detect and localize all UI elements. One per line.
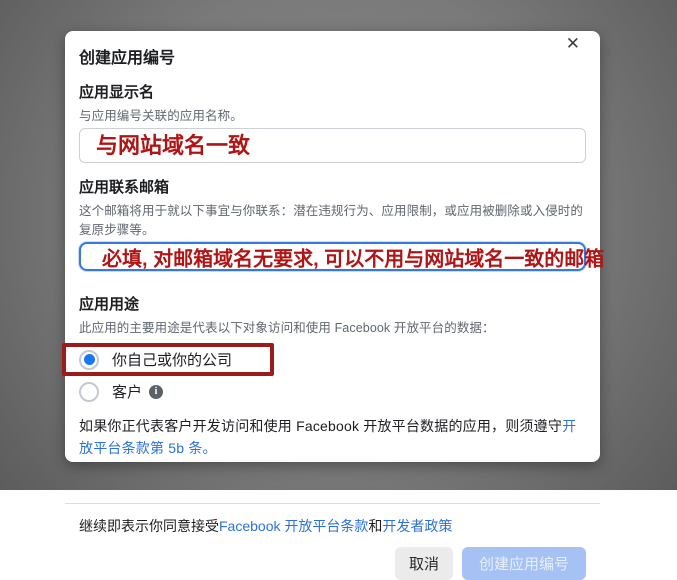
contact-email-annotation: 必填, 对邮箱域名无要求, 可以不用与网站域名一致的邮箱 <box>102 248 605 270</box>
client-note-text: 如果你正代表客户开发访问和使用 Facebook 开放平台数据的应用，则须遵守 <box>79 418 563 434</box>
radio-option-label: 客户 <box>112 384 143 401</box>
app-purpose-hint: 此应用的主要用途是代表以下对象访问和使用 Facebook 开放平台的数据： <box>79 321 495 335</box>
close-icon[interactable]: ✕ <box>562 32 584 56</box>
app-purpose-field: 应用用途 此应用的主要用途是代表以下对象访问和使用 Facebook 开放平台的… <box>62 293 586 402</box>
display-name-input[interactable]: 与网站域名一致 <box>79 128 586 163</box>
screen-background: 创建应用编号 ✕ 应用显示名 与应用编号关联的应用名称。 与网站域名一致 应用联… <box>0 0 677 580</box>
radio-checked-icon[interactable] <box>79 349 99 370</box>
agreement-text: 继续即表示你同意接受Facebook 开放平台条款和开发者政策 <box>79 516 586 536</box>
create-app-id-button[interactable]: 创建应用编号 <box>461 547 586 580</box>
agreement-prefix: 继续即表示你同意接受 <box>79 518 219 534</box>
client-note: 如果你正代表客户开发访问和使用 Facebook 开放平台数据的应用，则须遵守开… <box>79 415 586 459</box>
radio-option-yourself-or-company[interactable]: 你自己或你的公司 <box>62 343 274 376</box>
contact-email-input[interactable]: 必填, 对邮箱域名无要求, 可以不用与网站域名一致的邮箱 <box>79 242 604 271</box>
display-name-annotation: 与网站域名一致 <box>96 133 251 158</box>
dialog-actions: 取消 创建应用编号 <box>79 547 586 580</box>
radio-option-label: 你自己或你的公司 <box>112 352 233 369</box>
display-name-label: 应用显示名 <box>79 84 155 101</box>
dialog-title: 创建应用编号 <box>79 50 176 67</box>
contact-email-field: 应用联系邮箱 这个邮箱将用于就以下事宜与你联系：潜在违规行为、应用限制，或应用被… <box>79 176 604 271</box>
app-purpose-label: 应用用途 <box>79 296 140 313</box>
display-name-field: 应用显示名 与应用编号关联的应用名称。 与网站域名一致 <box>79 81 586 163</box>
agreement-conjunction: 和 <box>368 518 383 534</box>
platform-terms-link[interactable]: Facebook 开放平台条款 <box>219 518 368 534</box>
cancel-button[interactable]: 取消 <box>394 547 453 580</box>
create-app-dialog: 创建应用编号 ✕ 应用显示名 与应用编号关联的应用名称。 与网站域名一致 应用联… <box>62 31 604 580</box>
developer-policy-link[interactable]: 开发者政策 <box>382 518 452 534</box>
radio-unchecked-icon[interactable] <box>79 381 99 402</box>
info-icon[interactable]: i <box>149 384 164 399</box>
radio-dot <box>83 354 95 365</box>
footer-divider <box>65 503 600 504</box>
dialog-header: 创建应用编号 ✕ <box>79 31 586 68</box>
contact-email-hint: 这个邮箱将用于就以下事宜与你联系：潜在违规行为、应用限制，或应用被删除或入侵时的… <box>79 204 584 237</box>
radio-option-client[interactable]: 客户 i <box>79 381 164 402</box>
contact-email-label: 应用联系邮箱 <box>79 179 170 196</box>
display-name-hint: 与应用编号关联的应用名称。 <box>79 109 243 123</box>
